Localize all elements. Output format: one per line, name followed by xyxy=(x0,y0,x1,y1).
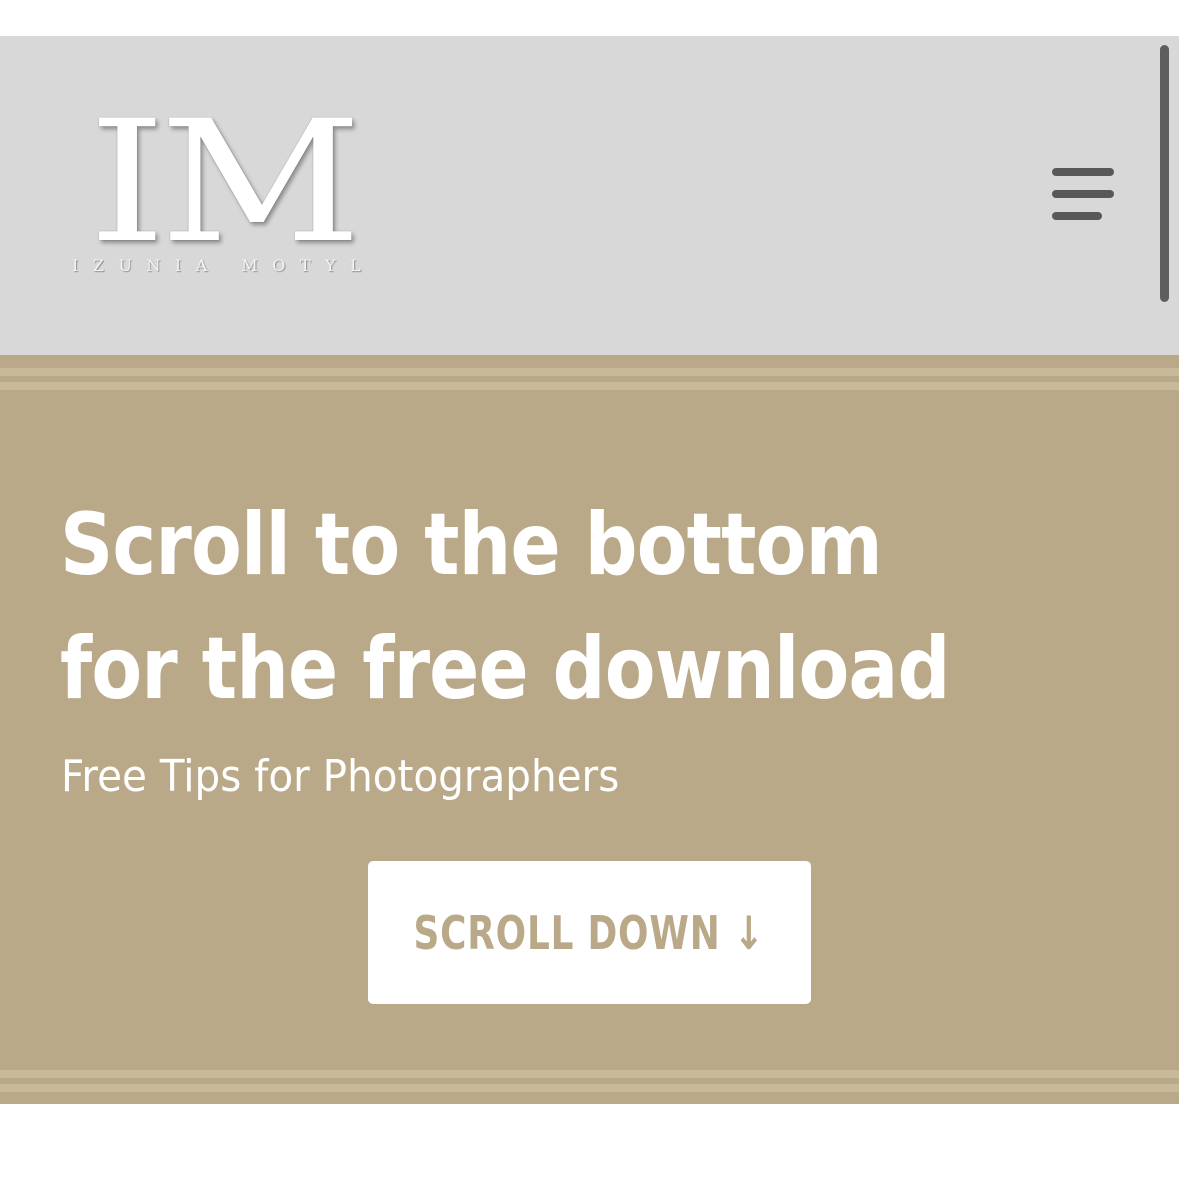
logo-wordmark: IZUNIA MOTYL xyxy=(72,256,376,275)
hamburger-menu-icon[interactable] xyxy=(1046,162,1120,226)
menu-bar-bottom xyxy=(1052,212,1102,220)
site-logo[interactable]: IM IZUNIA MOTYL xyxy=(70,98,370,284)
hero-bottom-stripe-2 xyxy=(0,1084,1179,1092)
hero-title: Scroll to the bottom for the free downlo… xyxy=(60,495,950,719)
hero-section: Scroll to the bottom for the free downlo… xyxy=(0,355,1179,1104)
page: IM IZUNIA MOTYL Scroll to the bottom for… xyxy=(0,0,1179,1179)
logo-monogram: IM xyxy=(88,84,362,280)
scrollbar-thumb[interactable] xyxy=(1160,45,1169,302)
hero-subtitle: Free Tips for Photographers xyxy=(61,751,620,802)
hero-bottom-stripe xyxy=(0,1070,1179,1078)
menu-bar-middle xyxy=(1052,190,1114,198)
site-header: IM IZUNIA MOTYL xyxy=(0,36,1179,355)
scroll-down-label: SCROLL DOWN ↓ xyxy=(413,905,766,960)
hero-top-stripe xyxy=(0,368,1179,376)
hero-top-stripe-2 xyxy=(0,382,1179,390)
menu-bar-top xyxy=(1052,168,1114,176)
scroll-down-button[interactable]: SCROLL DOWN ↓ xyxy=(368,861,811,1004)
